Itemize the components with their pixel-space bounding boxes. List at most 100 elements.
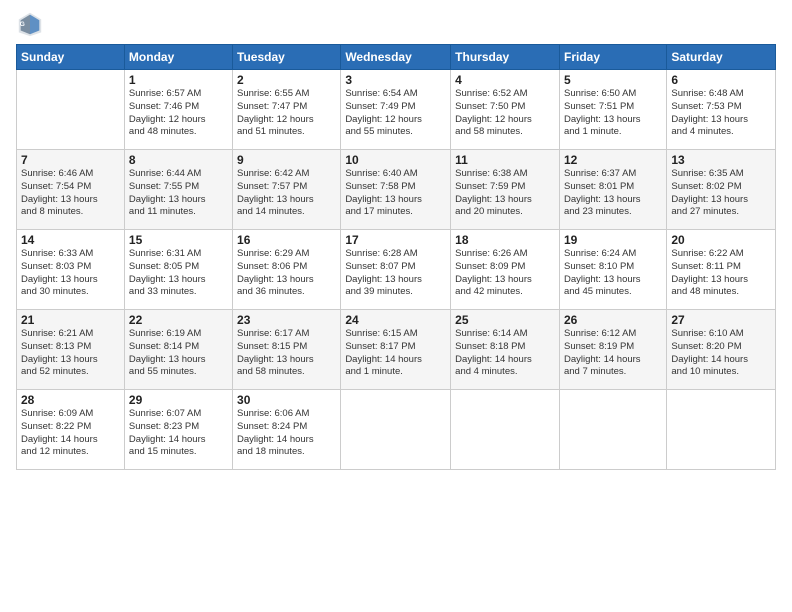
calendar-cell: 1Sunrise: 6:57 AM Sunset: 7:46 PM Daylig… [124, 70, 232, 150]
day-info: Sunrise: 6:24 AM Sunset: 8:10 PM Dayligh… [564, 248, 662, 299]
day-info: Sunrise: 6:52 AM Sunset: 7:50 PM Dayligh… [455, 88, 555, 139]
day-number: 19 [564, 233, 662, 247]
calendar-cell [341, 390, 451, 470]
calendar-cell: 29Sunrise: 6:07 AM Sunset: 8:23 PM Dayli… [124, 390, 232, 470]
day-info: Sunrise: 6:06 AM Sunset: 8:24 PM Dayligh… [237, 408, 336, 459]
calendar-cell: 7Sunrise: 6:46 AM Sunset: 7:54 PM Daylig… [17, 150, 125, 230]
day-number: 27 [671, 313, 771, 327]
calendar-week-4: 21Sunrise: 6:21 AM Sunset: 8:13 PM Dayli… [17, 310, 776, 390]
page-container: G SundayMondayTuesdayWednesdayThursdayFr… [0, 0, 792, 478]
day-number: 24 [345, 313, 446, 327]
day-info: Sunrise: 6:54 AM Sunset: 7:49 PM Dayligh… [345, 88, 446, 139]
day-info: Sunrise: 6:33 AM Sunset: 8:03 PM Dayligh… [21, 248, 120, 299]
day-header-saturday: Saturday [667, 45, 776, 70]
calendar-week-2: 7Sunrise: 6:46 AM Sunset: 7:54 PM Daylig… [17, 150, 776, 230]
day-info: Sunrise: 6:57 AM Sunset: 7:46 PM Dayligh… [129, 88, 228, 139]
calendar-cell: 12Sunrise: 6:37 AM Sunset: 8:01 PM Dayli… [559, 150, 666, 230]
day-info: Sunrise: 6:46 AM Sunset: 7:54 PM Dayligh… [21, 168, 120, 219]
day-header-monday: Monday [124, 45, 232, 70]
day-number: 4 [455, 73, 555, 87]
day-info: Sunrise: 6:22 AM Sunset: 8:11 PM Dayligh… [671, 248, 771, 299]
day-info: Sunrise: 6:35 AM Sunset: 8:02 PM Dayligh… [671, 168, 771, 219]
day-header-tuesday: Tuesday [233, 45, 341, 70]
day-number: 20 [671, 233, 771, 247]
calendar-cell: 17Sunrise: 6:28 AM Sunset: 8:07 PM Dayli… [341, 230, 451, 310]
calendar-cell: 8Sunrise: 6:44 AM Sunset: 7:55 PM Daylig… [124, 150, 232, 230]
day-number: 22 [129, 313, 228, 327]
calendar-cell [451, 390, 560, 470]
day-number: 25 [455, 313, 555, 327]
calendar-cell: 10Sunrise: 6:40 AM Sunset: 7:58 PM Dayli… [341, 150, 451, 230]
day-info: Sunrise: 6:14 AM Sunset: 8:18 PM Dayligh… [455, 328, 555, 379]
day-number: 6 [671, 73, 771, 87]
calendar-cell: 5Sunrise: 6:50 AM Sunset: 7:51 PM Daylig… [559, 70, 666, 150]
day-number: 28 [21, 393, 120, 407]
calendar-cell: 14Sunrise: 6:33 AM Sunset: 8:03 PM Dayli… [17, 230, 125, 310]
calendar-week-5: 28Sunrise: 6:09 AM Sunset: 8:22 PM Dayli… [17, 390, 776, 470]
day-info: Sunrise: 6:38 AM Sunset: 7:59 PM Dayligh… [455, 168, 555, 219]
day-header-sunday: Sunday [17, 45, 125, 70]
svg-text:G: G [20, 21, 25, 28]
calendar-cell: 19Sunrise: 6:24 AM Sunset: 8:10 PM Dayli… [559, 230, 666, 310]
calendar-cell: 21Sunrise: 6:21 AM Sunset: 8:13 PM Dayli… [17, 310, 125, 390]
day-number: 11 [455, 153, 555, 167]
day-info: Sunrise: 6:42 AM Sunset: 7:57 PM Dayligh… [237, 168, 336, 219]
day-info: Sunrise: 6:21 AM Sunset: 8:13 PM Dayligh… [21, 328, 120, 379]
day-number: 13 [671, 153, 771, 167]
day-number: 12 [564, 153, 662, 167]
calendar-cell: 28Sunrise: 6:09 AM Sunset: 8:22 PM Dayli… [17, 390, 125, 470]
day-number: 21 [21, 313, 120, 327]
day-info: Sunrise: 6:44 AM Sunset: 7:55 PM Dayligh… [129, 168, 228, 219]
day-info: Sunrise: 6:50 AM Sunset: 7:51 PM Dayligh… [564, 88, 662, 139]
calendar-week-3: 14Sunrise: 6:33 AM Sunset: 8:03 PM Dayli… [17, 230, 776, 310]
day-info: Sunrise: 6:28 AM Sunset: 8:07 PM Dayligh… [345, 248, 446, 299]
calendar-cell: 26Sunrise: 6:12 AM Sunset: 8:19 PM Dayli… [559, 310, 666, 390]
day-number: 10 [345, 153, 446, 167]
day-info: Sunrise: 6:31 AM Sunset: 8:05 PM Dayligh… [129, 248, 228, 299]
day-info: Sunrise: 6:40 AM Sunset: 7:58 PM Dayligh… [345, 168, 446, 219]
day-number: 15 [129, 233, 228, 247]
day-number: 29 [129, 393, 228, 407]
calendar-header-row: SundayMondayTuesdayWednesdayThursdayFrid… [17, 45, 776, 70]
day-header-wednesday: Wednesday [341, 45, 451, 70]
day-number: 26 [564, 313, 662, 327]
calendar-cell: 3Sunrise: 6:54 AM Sunset: 7:49 PM Daylig… [341, 70, 451, 150]
day-number: 1 [129, 73, 228, 87]
day-info: Sunrise: 6:37 AM Sunset: 8:01 PM Dayligh… [564, 168, 662, 219]
calendar-cell [667, 390, 776, 470]
logo: G [16, 10, 48, 38]
calendar-cell: 4Sunrise: 6:52 AM Sunset: 7:50 PM Daylig… [451, 70, 560, 150]
calendar-cell: 2Sunrise: 6:55 AM Sunset: 7:47 PM Daylig… [233, 70, 341, 150]
calendar-week-1: 1Sunrise: 6:57 AM Sunset: 7:46 PM Daylig… [17, 70, 776, 150]
day-number: 2 [237, 73, 336, 87]
day-info: Sunrise: 6:55 AM Sunset: 7:47 PM Dayligh… [237, 88, 336, 139]
calendar-cell: 27Sunrise: 6:10 AM Sunset: 8:20 PM Dayli… [667, 310, 776, 390]
calendar-cell: 24Sunrise: 6:15 AM Sunset: 8:17 PM Dayli… [341, 310, 451, 390]
logo-icon: G [16, 10, 44, 38]
calendar-cell [559, 390, 666, 470]
day-info: Sunrise: 6:29 AM Sunset: 8:06 PM Dayligh… [237, 248, 336, 299]
day-info: Sunrise: 6:17 AM Sunset: 8:15 PM Dayligh… [237, 328, 336, 379]
calendar-cell: 9Sunrise: 6:42 AM Sunset: 7:57 PM Daylig… [233, 150, 341, 230]
day-number: 16 [237, 233, 336, 247]
calendar-cell: 20Sunrise: 6:22 AM Sunset: 8:11 PM Dayli… [667, 230, 776, 310]
day-info: Sunrise: 6:09 AM Sunset: 8:22 PM Dayligh… [21, 408, 120, 459]
header: G [16, 10, 776, 38]
day-number: 5 [564, 73, 662, 87]
day-header-friday: Friday [559, 45, 666, 70]
day-number: 7 [21, 153, 120, 167]
day-info: Sunrise: 6:07 AM Sunset: 8:23 PM Dayligh… [129, 408, 228, 459]
calendar-cell: 23Sunrise: 6:17 AM Sunset: 8:15 PM Dayli… [233, 310, 341, 390]
day-info: Sunrise: 6:26 AM Sunset: 8:09 PM Dayligh… [455, 248, 555, 299]
day-number: 14 [21, 233, 120, 247]
day-info: Sunrise: 6:12 AM Sunset: 8:19 PM Dayligh… [564, 328, 662, 379]
calendar-cell: 13Sunrise: 6:35 AM Sunset: 8:02 PM Dayli… [667, 150, 776, 230]
day-info: Sunrise: 6:15 AM Sunset: 8:17 PM Dayligh… [345, 328, 446, 379]
calendar-cell: 18Sunrise: 6:26 AM Sunset: 8:09 PM Dayli… [451, 230, 560, 310]
calendar-cell: 22Sunrise: 6:19 AM Sunset: 8:14 PM Dayli… [124, 310, 232, 390]
day-number: 23 [237, 313, 336, 327]
day-info: Sunrise: 6:48 AM Sunset: 7:53 PM Dayligh… [671, 88, 771, 139]
calendar-cell [17, 70, 125, 150]
calendar-cell: 15Sunrise: 6:31 AM Sunset: 8:05 PM Dayli… [124, 230, 232, 310]
day-number: 9 [237, 153, 336, 167]
